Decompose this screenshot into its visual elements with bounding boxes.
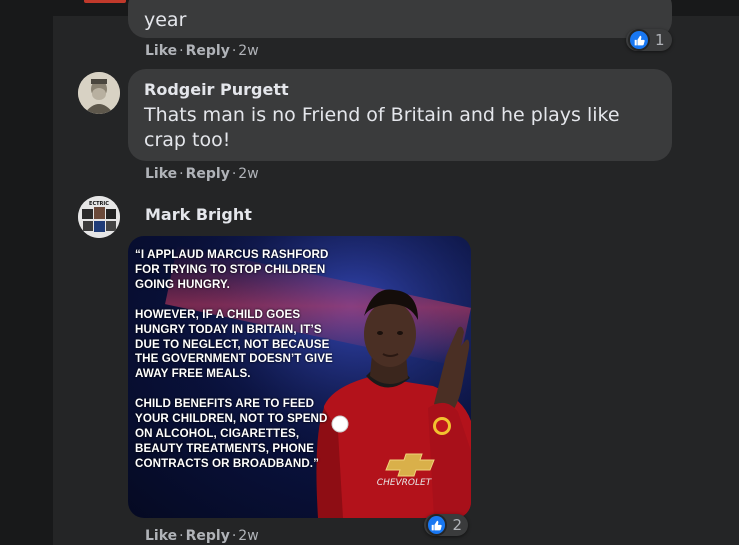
sponsor-text: CHEVROLET <box>377 478 433 488</box>
comment-body: year <box>144 9 187 31</box>
comment-actions: Like · Reply · 2w <box>145 528 259 544</box>
timestamp[interactable]: 2w <box>238 43 258 59</box>
reply-button[interactable]: Reply <box>186 166 230 182</box>
image-paragraph: CHILD BENEFITS ARE TO FEED YOUR CHILDREN… <box>135 397 328 470</box>
left-gutter <box>0 0 53 545</box>
reaction-summary[interactable]: 1 <box>626 29 672 51</box>
comment-actions: Like · Reply · 2w <box>145 43 259 59</box>
like-icon <box>426 514 448 536</box>
image-caption: “I APPLAUD MARCUS RASHFORD FOR TRYING TO… <box>135 248 345 487</box>
like-button[interactable]: Like <box>145 528 177 544</box>
timestamp[interactable]: 2w <box>238 528 258 544</box>
like-button[interactable]: Like <box>145 166 177 182</box>
comment-bubble: Rodgeir Purgett Thats man is no Friend o… <box>128 69 672 161</box>
comment-bubble: year <box>128 0 672 38</box>
reply-button[interactable]: Reply <box>186 43 230 59</box>
reaction-count: 2 <box>452 516 462 534</box>
image-paragraph: “I APPLAUD MARCUS RASHFORD FOR TRYING TO… <box>135 248 329 291</box>
comment-actions: Like · Reply · 2w <box>145 166 259 182</box>
timestamp[interactable]: 2w <box>238 166 258 182</box>
comment-author[interactable]: Rodgeir Purgett <box>144 80 289 99</box>
reply-button[interactable]: Reply <box>186 528 230 544</box>
avatar[interactable] <box>78 72 120 114</box>
reaction-count: 1 <box>655 31 665 49</box>
avatar[interactable]: ECTRIC <box>78 196 120 238</box>
avatar-text: ECTRIC <box>89 201 109 207</box>
user-portrait-icon <box>78 72 120 114</box>
comment-author[interactable]: Mark Bright <box>145 205 252 224</box>
collage-avatar-icon: ECTRIC <box>78 196 120 238</box>
image-paragraph: HOWEVER, IF A CHILD GOES HUNGRY TODAY IN… <box>135 307 333 381</box>
comment-body: Thats man is no Friend of Britain and he… <box>144 104 620 151</box>
like-icon <box>628 29 650 51</box>
reaction-summary[interactable]: 2 <box>424 514 468 536</box>
comment-image[interactable]: CHEVROLET “I APPLAUD MARCUS RASHFORD FOR… <box>128 236 471 518</box>
like-button[interactable]: Like <box>145 43 177 59</box>
top-avatar-fragment <box>84 0 126 3</box>
